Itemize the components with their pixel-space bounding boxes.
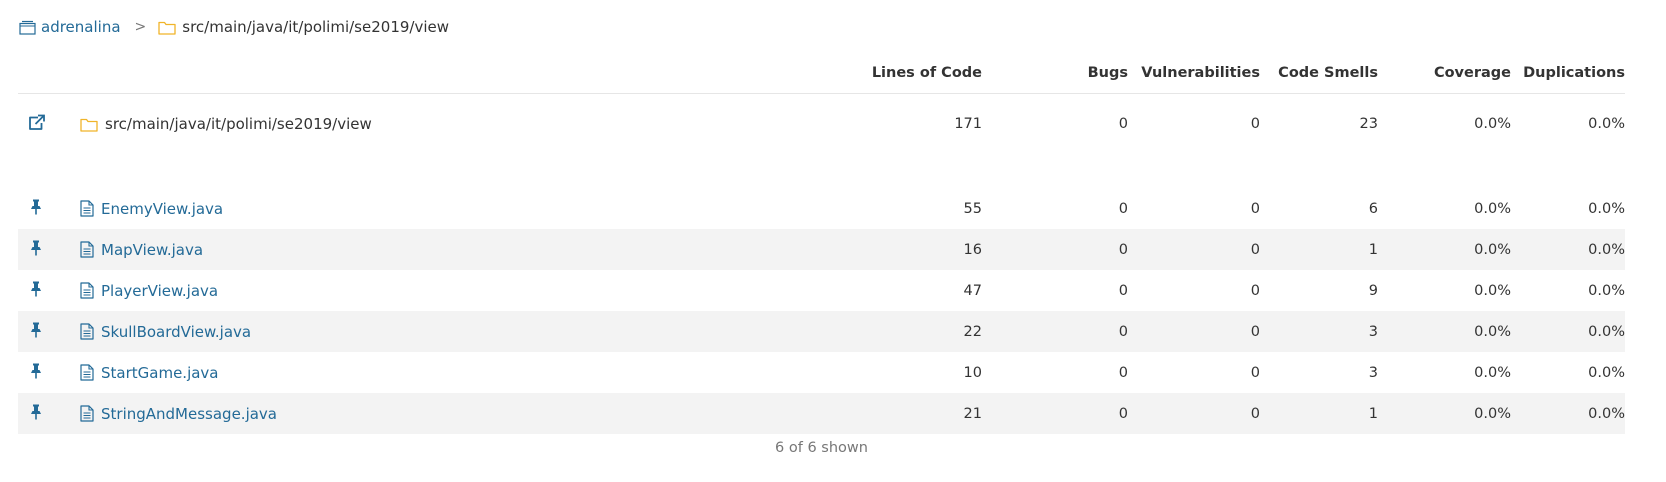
cell-lines-of-code: 22 (864, 311, 982, 352)
file-link[interactable]: StartGame.java (101, 364, 219, 382)
file-icon (80, 200, 94, 217)
column-header-coverage[interactable]: Coverage (1378, 52, 1511, 94)
file-link[interactable]: PlayerView.java (101, 282, 218, 300)
cell-bugs: 0 (1118, 282, 1128, 299)
cell-duplications: 0.0% (1588, 200, 1625, 217)
file-icon (80, 323, 94, 340)
cell-coverage: 0.0% (1378, 311, 1511, 352)
folder-icon (80, 117, 98, 132)
cell-lines-of-code: 55 (963, 200, 982, 217)
base-directory-row: src/main/java/it/polimi/se2019/view 171 … (18, 94, 1625, 155)
cell-bugs: 0 (982, 393, 1128, 434)
cell-vulnerabilities: 0 (1128, 229, 1260, 270)
breadcrumb-project-link[interactable]: adrenalina (41, 18, 121, 36)
table-row: PlayerView.java 47 0 0 9 0.0% 0.0% (18, 270, 1625, 311)
pin-icon[interactable] (30, 322, 42, 338)
base-directory-name: src/main/java/it/polimi/se2019/view (105, 115, 372, 133)
pin-icon[interactable] (30, 240, 42, 256)
table-header-row: Lines of Code Bugs Vulnerabilities Code … (18, 52, 1625, 94)
cell-bugs: 0 (982, 229, 1128, 270)
cell-bugs: 0 (1118, 200, 1128, 217)
cell-code-smells: 3 (1368, 364, 1378, 381)
cell-lines-of-code: 47 (963, 282, 982, 299)
cell-duplications: 0.0% (1511, 393, 1625, 434)
cell-coverage: 0.0% (1474, 200, 1511, 217)
pin-icon[interactable] (30, 199, 42, 215)
cell-lines-of-code: 16 (864, 229, 982, 270)
file-icon (80, 282, 94, 299)
file-list: EnemyView.java 55 0 0 6 0.0% 0.0% MapView.java 1… (18, 188, 1625, 434)
breadcrumb-current-path: src/main/java/it/polimi/se2019/view (182, 18, 449, 36)
cell-bugs: 0 (1118, 116, 1128, 132)
cell-vulnerabilities: 0 (1250, 200, 1260, 217)
cell-duplications: 0.0% (1588, 364, 1625, 381)
cell-code-smells: 1 (1260, 393, 1378, 434)
open-external-icon[interactable] (27, 114, 46, 131)
cell-lines-of-code: 21 (864, 393, 982, 434)
cell-duplications: 0.0% (1511, 311, 1625, 352)
cell-vulnerabilities: 0 (1128, 393, 1260, 434)
cell-vulnerabilities: 0 (1250, 116, 1260, 132)
cell-lines-of-code: 171 (954, 116, 982, 132)
project-icon (19, 20, 36, 35)
measures-table: Lines of Code Bugs Vulnerabilities Code … (18, 52, 1625, 434)
table-row: StringAndMessage.java 21 0 0 1 0.0% 0.0% (18, 393, 1625, 434)
cell-code-smells: 9 (1368, 282, 1378, 299)
cell-vulnerabilities: 0 (1250, 282, 1260, 299)
breadcrumb-separator: > (134, 19, 147, 35)
file-icon (80, 241, 94, 258)
file-icon (80, 405, 94, 422)
file-link[interactable]: StringAndMessage.java (101, 405, 277, 423)
cell-duplications: 0.0% (1588, 282, 1625, 299)
cell-code-smells: 3 (1260, 311, 1378, 352)
column-header-bugs[interactable]: Bugs (982, 52, 1128, 94)
cell-code-smells: 23 (1359, 116, 1378, 132)
shown-count: 6 of 6 shown (775, 440, 868, 456)
table-row: MapView.java 16 0 0 1 0.0% 0.0% (18, 229, 1625, 270)
cell-code-smells: 1 (1260, 229, 1378, 270)
file-link[interactable]: EnemyView.java (101, 200, 223, 218)
cell-lines-of-code: 10 (963, 364, 982, 381)
cell-coverage: 0.0% (1474, 116, 1511, 132)
cell-code-smells: 6 (1368, 200, 1378, 217)
cell-bugs: 0 (982, 311, 1128, 352)
file-link[interactable]: SkullBoardView.java (101, 323, 251, 341)
pin-icon[interactable] (30, 363, 42, 379)
cell-duplications: 0.0% (1588, 116, 1625, 132)
file-link[interactable]: MapView.java (101, 241, 203, 259)
cell-vulnerabilities: 0 (1250, 364, 1260, 381)
cell-vulnerabilities: 0 (1128, 311, 1260, 352)
cell-coverage: 0.0% (1474, 364, 1511, 381)
column-header-duplications[interactable]: Duplications (1511, 52, 1625, 94)
table-row: StartGame.java 10 0 0 3 0.0% 0.0% (18, 352, 1625, 393)
table-row: SkullBoardView.java 22 0 0 3 0.0% 0.0% (18, 311, 1625, 352)
file-icon (80, 364, 94, 381)
folder-icon (158, 20, 176, 35)
column-header-lines-of-code[interactable]: Lines of Code (864, 52, 982, 94)
cell-bugs: 0 (1118, 364, 1128, 381)
column-header-vulnerabilities[interactable]: Vulnerabilities (1128, 52, 1260, 94)
cell-duplications: 0.0% (1511, 229, 1625, 270)
cell-coverage: 0.0% (1378, 393, 1511, 434)
pin-icon[interactable] (30, 281, 42, 297)
cell-coverage: 0.0% (1378, 229, 1511, 270)
breadcrumb: adrenalina > src/main/java/it/polimi/se2… (19, 17, 449, 37)
pin-icon[interactable] (30, 404, 42, 420)
column-header-code-smells[interactable]: Code Smells (1260, 52, 1378, 94)
table-row: EnemyView.java 55 0 0 6 0.0% 0.0% (18, 188, 1625, 229)
cell-coverage: 0.0% (1474, 282, 1511, 299)
